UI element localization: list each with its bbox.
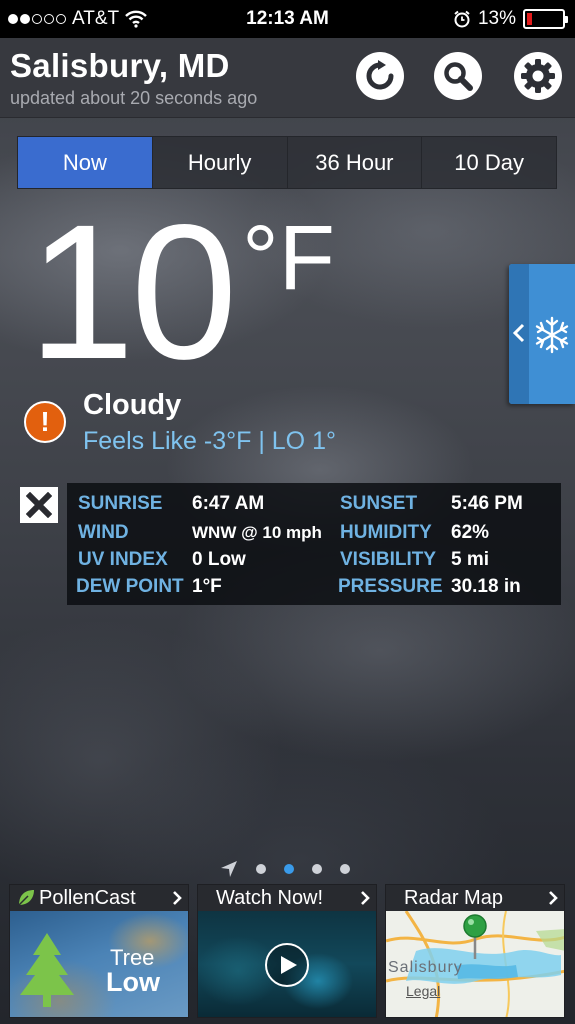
sunset-label: SUNSET (340, 493, 418, 514)
chevron-left-icon (512, 323, 525, 343)
close-details-button[interactable] (20, 487, 58, 523)
weather-alert-icon[interactable]: ! (24, 401, 66, 443)
location-arrow-icon (221, 861, 237, 877)
dew-point-label: DEW POINT (76, 576, 184, 597)
chevron-right-icon (361, 891, 370, 905)
sunrise-label: SUNRISE (78, 493, 163, 514)
page-dot[interactable] (312, 864, 322, 874)
battery-icon (523, 9, 568, 29)
watch-now-title: Watch Now! (216, 886, 324, 909)
search-icon (444, 62, 473, 91)
last-updated: updated about 20 seconds ago (10, 88, 258, 108)
gear-icon (521, 59, 555, 93)
alarm-icon (454, 10, 470, 28)
pollen-level: Low (106, 967, 160, 997)
feels-like-text: Feels Like -3°F | LO 1° (83, 427, 336, 455)
refresh-icon (366, 60, 394, 90)
city-name[interactable]: Salisbury, MD (10, 47, 230, 85)
wind-label: WIND (78, 522, 129, 543)
card-title-bar: Radar Map (386, 885, 564, 911)
play-icon (281, 956, 297, 974)
uv-index-label: UV INDEX (78, 549, 168, 570)
visibility-value: 5 mi (451, 549, 490, 570)
pressure-value: 30.18 in (451, 576, 521, 597)
leaf-icon (18, 890, 34, 906)
visibility-label: VISIBILITY (340, 549, 437, 570)
chevron-right-icon (173, 891, 182, 905)
winter-weather-drawer[interactable] (509, 264, 575, 404)
search-button[interactable] (434, 52, 482, 100)
page-dot[interactable] (256, 864, 266, 874)
watch-now-card[interactable]: Watch Now! (197, 884, 377, 1018)
play-button[interactable] (265, 943, 309, 987)
location-pin-icon (463, 914, 487, 959)
pollencast-title: PollenCast (39, 886, 136, 909)
tree-icon (20, 933, 74, 1007)
pollen-background: Tree Low (10, 911, 188, 1017)
close-icon (26, 492, 52, 518)
dew-point-value: 1°F (192, 576, 222, 597)
status-bar: AT&T 12:13 AM 13% (0, 0, 575, 38)
condition-text: Cloudy (83, 389, 182, 421)
pressure-label: PRESSURE (338, 576, 443, 597)
location-header: Salisbury, MD updated about 20 seconds a… (0, 38, 575, 118)
forecast-tabs: Now Hourly 36 Hour 10 Day (17, 136, 557, 189)
map-city-label: Salisbury (388, 959, 463, 976)
tab-now[interactable]: Now (18, 137, 152, 188)
wind-value: WNW @ 10 mph (192, 523, 322, 542)
refresh-button[interactable] (356, 52, 404, 100)
radar-map-card[interactable]: Salisbury Legal Radar Map (385, 884, 565, 1018)
sunrise-value: 6:47 AM (192, 493, 265, 514)
pollencast-card[interactable]: Tree Low PollenCast (9, 884, 189, 1018)
card-title-bar: PollenCast (10, 885, 188, 911)
weather-details-panel: SUNRISE 6:47 AM SUNSET 5:46 PM WIND WNW … (67, 483, 561, 605)
tab-10-day[interactable]: 10 Day (421, 137, 556, 188)
video-thumbnail (198, 911, 376, 1017)
radar-map-thumbnail: Salisbury Legal (386, 911, 564, 1017)
page-dot[interactable] (340, 864, 350, 874)
current-temperature: 10 (28, 184, 238, 399)
settings-button[interactable] (514, 52, 562, 100)
map-legal-link[interactable]: Legal (406, 983, 440, 999)
sunset-value: 5:46 PM (451, 493, 523, 514)
page-dot-active[interactable] (284, 864, 294, 874)
snowflake-icon (535, 316, 569, 354)
uv-index-value: 0 Low (192, 549, 246, 570)
card-title-bar: Watch Now! (198, 885, 376, 911)
page-indicator[interactable] (220, 860, 350, 878)
tab-36-hour[interactable]: 36 Hour (286, 137, 422, 188)
humidity-label: HUMIDITY (340, 522, 432, 543)
tab-hourly[interactable]: Hourly (151, 137, 287, 188)
battery-percent: 13% (477, 8, 516, 29)
humidity-value: 62% (451, 522, 490, 543)
radar-map-title: Radar Map (404, 886, 503, 909)
temperature-unit: °F (242, 207, 335, 309)
chevron-right-icon (549, 891, 558, 905)
